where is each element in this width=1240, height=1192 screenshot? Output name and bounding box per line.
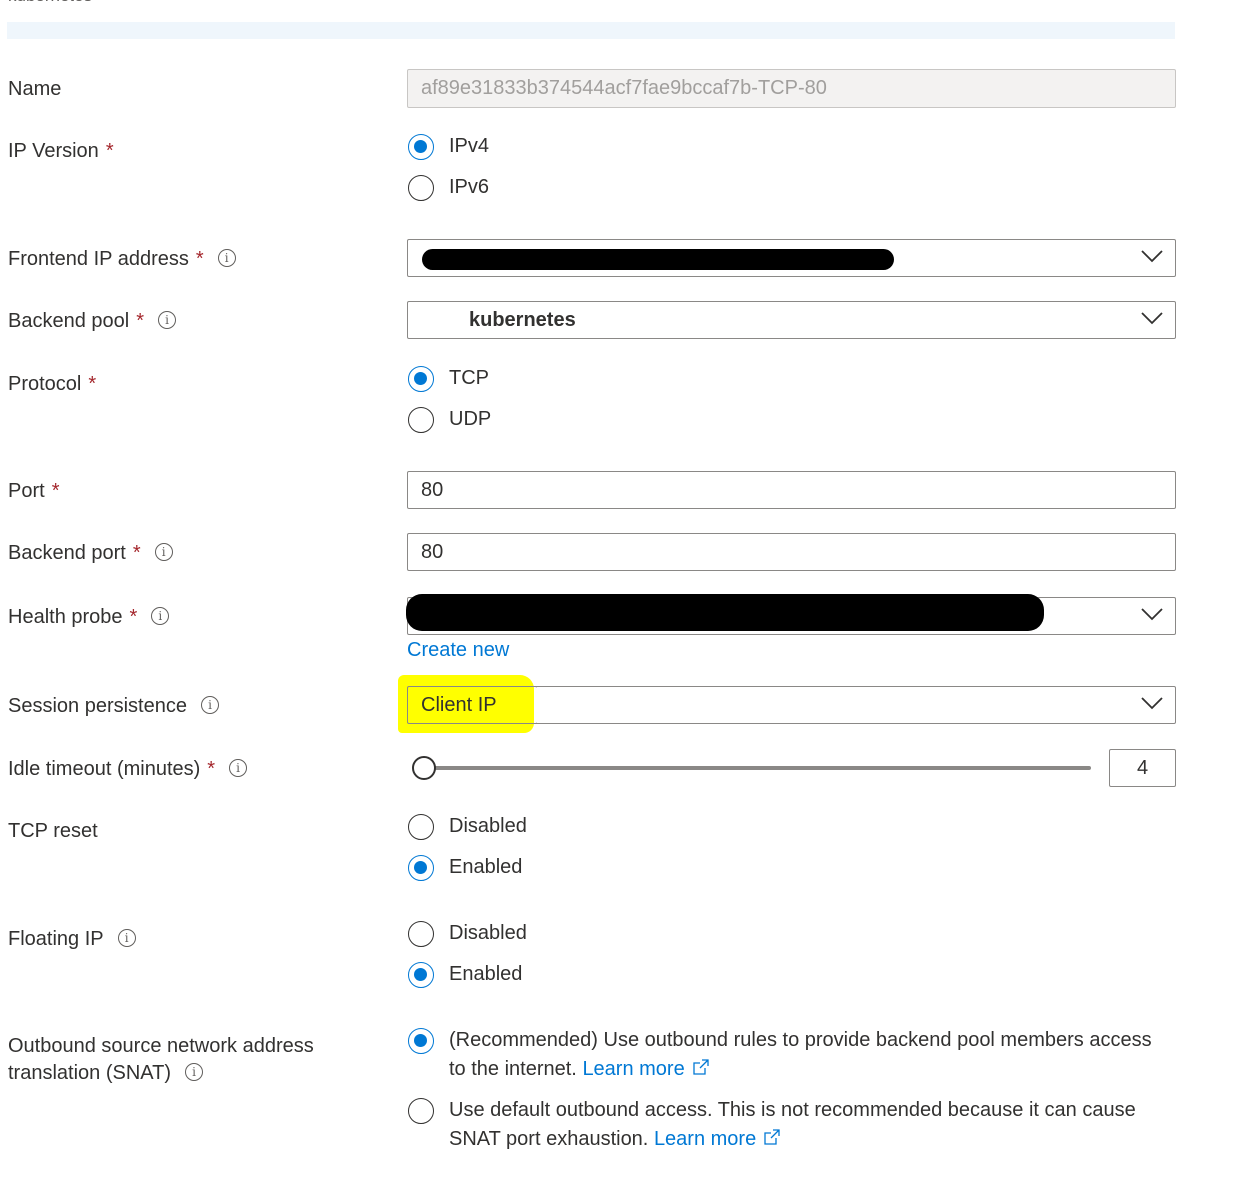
snat-label: Outbound source network address xyxy=(8,1035,314,1057)
info-icon[interactable]: i xyxy=(217,248,236,267)
idle-timeout-slider-thumb[interactable] xyxy=(412,756,436,780)
chevron-down-icon xyxy=(1141,608,1163,621)
radio-unchecked-icon[interactable] xyxy=(408,813,434,840)
protocol-label: Protocol * xyxy=(8,373,97,395)
backend-pool-value: kubernetes xyxy=(469,309,576,331)
snat-outbound-rules-radio[interactable]: (Recommended) Use outbound rules to prov… xyxy=(408,1026,1169,1084)
snat-default-outbound-radio[interactable]: Use default outbound access. This is not… xyxy=(408,1096,1169,1154)
radio-unchecked-icon[interactable] xyxy=(408,920,434,947)
tcp-reset-label: TCP reset xyxy=(8,820,98,842)
radio-unchecked-icon[interactable] xyxy=(408,1098,434,1124)
radio-checked-icon[interactable] xyxy=(408,961,434,988)
redacted-value xyxy=(406,594,1044,631)
protocol-udp-radio[interactable]: UDP xyxy=(408,406,491,433)
info-icon[interactable]: i xyxy=(200,695,219,714)
info-icon[interactable]: i xyxy=(154,542,173,561)
info-icon[interactable]: i xyxy=(151,606,170,625)
port-label: Port * xyxy=(8,480,60,502)
port-input[interactable]: 80 xyxy=(407,471,1176,509)
floating-ip-label: Floating IP i xyxy=(8,926,136,952)
backend-port-input[interactable]: 80 xyxy=(407,533,1176,571)
radio-checked-icon[interactable] xyxy=(408,854,434,881)
ip-version-label: IP Version * xyxy=(8,140,114,162)
snat-option2-text: Use default outbound access. This is not… xyxy=(449,1099,1136,1150)
name-input: af89e31833b374544acf7fae9bccaf7b-TCP-80 xyxy=(407,69,1176,108)
tcp-reset-enabled-radio[interactable]: Enabled xyxy=(408,854,522,881)
learn-more-link[interactable]: Learn more xyxy=(654,1128,756,1150)
info-banner xyxy=(7,22,1175,39)
floating-ip-disabled-radio[interactable]: Disabled xyxy=(408,920,527,947)
radio-checked-icon[interactable] xyxy=(408,365,434,392)
backend-port-label: Backend port * i xyxy=(8,540,173,566)
redacted-value xyxy=(422,249,894,270)
radio-checked-icon[interactable] xyxy=(408,1028,434,1054)
name-label: Name xyxy=(8,78,62,100)
floating-ip-enabled-radio[interactable]: Enabled xyxy=(408,961,522,988)
session-persistence-label: Session persistence i xyxy=(8,693,219,719)
frontend-ip-dropdown[interactable] xyxy=(407,239,1176,277)
info-icon[interactable]: i xyxy=(158,310,176,329)
chevron-down-icon xyxy=(1141,312,1163,325)
idle-timeout-slider-track[interactable] xyxy=(424,766,1091,770)
info-icon[interactable]: i xyxy=(117,928,136,947)
radio-unchecked-icon[interactable] xyxy=(408,174,434,201)
create-new-link[interactable]: Create new xyxy=(407,637,509,663)
session-persistence-value: Client IP xyxy=(421,694,497,716)
radio-unchecked-icon[interactable] xyxy=(408,406,434,433)
idle-timeout-input[interactable]: 4 xyxy=(1109,749,1176,787)
chevron-down-icon xyxy=(1141,250,1163,263)
info-icon[interactable]: i xyxy=(229,758,248,777)
snat-option1-text: (Recommended) Use outbound rules to prov… xyxy=(449,1029,1152,1080)
ip-version-ipv6-radio[interactable]: IPv6 xyxy=(408,174,489,201)
external-link-icon[interactable] xyxy=(764,1129,780,1145)
tcp-reset-disabled-radio[interactable]: Disabled xyxy=(408,813,527,840)
backend-pool-label: Backend pool * i xyxy=(8,308,176,334)
frontend-ip-label: Frontend IP address * i xyxy=(8,246,236,272)
external-link-icon[interactable] xyxy=(693,1059,709,1075)
resource-name-label: kubernetes xyxy=(8,0,92,6)
health-probe-label: Health probe * i xyxy=(8,604,170,630)
info-icon[interactable]: i xyxy=(185,1062,204,1081)
idle-timeout-label: Idle timeout (minutes) * i xyxy=(8,756,248,782)
learn-more-link[interactable]: Learn more xyxy=(582,1058,684,1080)
ip-version-ipv4-radio[interactable]: IPv4 xyxy=(408,133,489,160)
snat-label-line2: translation (SNAT) i xyxy=(8,1060,204,1086)
chevron-down-icon xyxy=(1141,697,1163,710)
protocol-tcp-radio[interactable]: TCP xyxy=(408,365,489,392)
radio-checked-icon[interactable] xyxy=(408,133,434,160)
backend-pool-dropdown[interactable]: kubernetes xyxy=(407,301,1176,339)
